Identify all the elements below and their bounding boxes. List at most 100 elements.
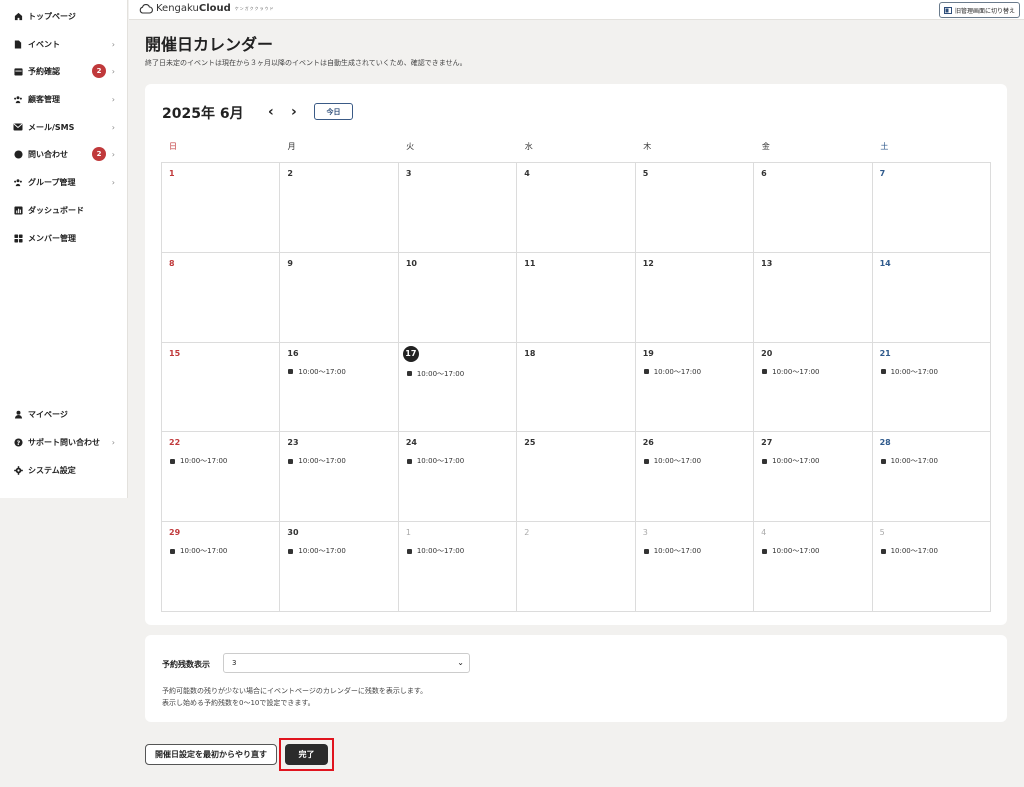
event-slot[interactable]: 10:00〜17:00 [288, 546, 346, 556]
calendar-day[interactable]: 28 10:00〜17:00 [872, 432, 991, 523]
weekday-label: 金 [761, 142, 770, 151]
event-square-icon [288, 548, 294, 554]
event-slot[interactable]: 10:00〜17:00 [643, 456, 702, 466]
sidebar-item-label: グループ管理 [28, 177, 76, 187]
event-square-icon [762, 548, 768, 554]
remaining-count-select[interactable]: 3 ⌄ [223, 653, 470, 673]
sidebar-item-6[interactable]: グループ管理 › [0, 171, 128, 193]
sidebar-item-5[interactable]: 問い合わせ 2 › [0, 143, 128, 165]
sidebar-item-label: 顧客管理 [28, 94, 60, 104]
calendar-day[interactable]: 8 [162, 252, 281, 343]
event-slot[interactable]: 10:00〜17:00 [406, 546, 464, 556]
calendar-day[interactable]: 1 [162, 163, 281, 253]
logo-subtext: ケンガククラウド [234, 5, 275, 11]
event-slot[interactable]: 10:00〜17:00 [880, 456, 938, 466]
event-slot[interactable]: 10:00〜17:00 [170, 456, 227, 466]
calendar-day[interactable]: 10 [398, 252, 518, 343]
calendar-day[interactable]: 1 10:00〜17:00 [398, 522, 518, 612]
event-slot[interactable]: 10:00〜17:00 [288, 456, 346, 466]
calendar-icon [13, 66, 23, 76]
event-slot[interactable]: 10:00〜17:00 [406, 369, 464, 379]
calendar-card: 2025年 6月 ‹ › 今日 日月火水木金土 1 2 3 4 5 6 7 8 9 10 11 12 1… [145, 84, 1007, 625]
weekday-label: 木 [643, 142, 652, 151]
calendar-day[interactable]: 14 [872, 252, 991, 343]
calendar-day[interactable]: 2 [280, 163, 399, 253]
day-number: 1 [405, 528, 411, 538]
calendar-day[interactable]: 16 10:00〜17:00 [280, 342, 399, 433]
event-square-icon [643, 548, 649, 554]
event-slot[interactable]: 10:00〜17:00 [288, 367, 346, 377]
calendar-day[interactable]: 9 [280, 252, 399, 343]
calendar-day[interactable]: 2 [517, 522, 636, 612]
sidebar-item-bottom-2[interactable]: システム設定 [0, 459, 128, 481]
event-slot[interactable]: 10:00〜17:00 [880, 546, 938, 556]
svg-text:?: ? [16, 439, 20, 446]
weekday-label: 火 [406, 142, 415, 151]
next-month-button[interactable]: › [291, 104, 297, 120]
event-slot[interactable]: 10:00〜17:00 [762, 367, 820, 377]
sidebar-item-label: トップページ [28, 11, 76, 21]
sidebar-item-8[interactable]: メンバー管理 [0, 227, 128, 249]
calendar-day[interactable]: 20 10:00〜17:00 [754, 342, 873, 433]
sidebar-item-7[interactable]: ダッシュボード [0, 199, 128, 221]
sidebar-item-4[interactable]: メール/SMS › [0, 116, 128, 138]
event-slot[interactable]: 10:00〜17:00 [643, 367, 701, 377]
sidebar-item-label: マイページ [28, 409, 68, 419]
calendar-day[interactable]: 11 [517, 252, 636, 343]
calendar-day[interactable]: 12 [635, 252, 755, 343]
calendar-day[interactable]: 22 10:00〜17:00 [162, 432, 281, 523]
calendar-day[interactable]: 30 10:00〜17:00 [280, 522, 399, 612]
event-square-icon [406, 458, 412, 464]
calendar-day[interactable]: 19 10:00〜17:00 [635, 342, 755, 433]
calendar-day[interactable]: 7 [872, 163, 991, 253]
calendar-day[interactable]: 24 10:00〜17:00 [398, 432, 518, 523]
calendar-day[interactable]: 18 [517, 342, 636, 433]
done-button[interactable]: 完了 [285, 744, 328, 765]
calendar-day[interactable]: 3 10:00〜17:00 [635, 522, 755, 612]
calendar-day[interactable]: 25 [517, 432, 636, 523]
chevron-right-icon: › [111, 149, 115, 159]
calendar-day[interactable]: 26 10:00〜17:00 [635, 432, 755, 523]
prev-month-button[interactable]: ‹ [268, 104, 274, 120]
calendar-day[interactable]: 29 10:00〜17:00 [162, 522, 281, 612]
calendar-day[interactable]: 5 10:00〜17:00 [872, 522, 991, 612]
sidebar-item-1[interactable]: イベント › [0, 33, 128, 55]
sidebar-item-label: メンバー管理 [28, 233, 76, 243]
calendar-day[interactable]: 6 [754, 163, 873, 253]
sidebar-item-0[interactable]: トップページ [0, 5, 128, 27]
calendar-day[interactable]: 27 10:00〜17:00 [754, 432, 873, 523]
day-number: 28 [879, 438, 891, 448]
calendar-day[interactable]: 5 [635, 163, 755, 253]
sidebar-item-bottom-1[interactable]: ? サポート問い合わせ › [0, 431, 128, 453]
event-slot[interactable]: 10:00〜17:00 [880, 367, 938, 377]
calendar-grid: 1 2 3 4 5 6 7 8 9 10 11 12 13 14 15 16 10:00〜17:00 17 10:0… [161, 162, 991, 612]
today-button[interactable]: 今日 [314, 103, 353, 120]
sidebar-item-2[interactable]: 予約確認 2 › [0, 60, 128, 82]
event-slot[interactable]: 10:00〜17:00 [170, 546, 227, 556]
calendar-day[interactable]: 4 [517, 163, 636, 253]
chart-icon [13, 205, 23, 215]
calendar-day[interactable]: 4 10:00〜17:00 [754, 522, 873, 612]
event-slot[interactable]: 10:00〜17:00 [643, 546, 701, 556]
day-number: 13 [761, 258, 773, 268]
sidebar-item-bottom-0[interactable]: マイページ [0, 403, 128, 425]
event-slot[interactable]: 10:00〜17:00 [762, 546, 820, 556]
calendar-day[interactable]: 13 [754, 252, 873, 343]
event-slot[interactable]: 10:00〜17:00 [406, 456, 464, 466]
calendar-day[interactable]: 3 [398, 163, 518, 253]
switch-legacy-admin-button[interactable]: 旧管理画面に切り替え [938, 2, 1020, 18]
person-icon [13, 409, 23, 419]
calendar-day[interactable]: 21 10:00〜17:00 [872, 342, 991, 433]
calendar-day-today[interactable]: 17 10:00〜17:00 [398, 342, 518, 433]
event-time: 10:00〜17:00 [653, 457, 702, 466]
reset-schedule-button[interactable]: 開催日設定を最初からやり直す [145, 744, 277, 765]
calendar-day[interactable]: 15 [162, 342, 281, 433]
day-number: 8 [169, 258, 175, 268]
day-number: 11 [524, 258, 536, 268]
sidebar-item-3[interactable]: 顧客管理 › [0, 88, 128, 110]
event-slot[interactable]: 10:00〜17:00 [762, 456, 820, 466]
notification-badge: 2 [92, 64, 106, 78]
day-number: 20 [761, 348, 773, 358]
chevron-right-icon: › [111, 66, 115, 76]
calendar-day[interactable]: 23 10:00〜17:00 [280, 432, 399, 523]
